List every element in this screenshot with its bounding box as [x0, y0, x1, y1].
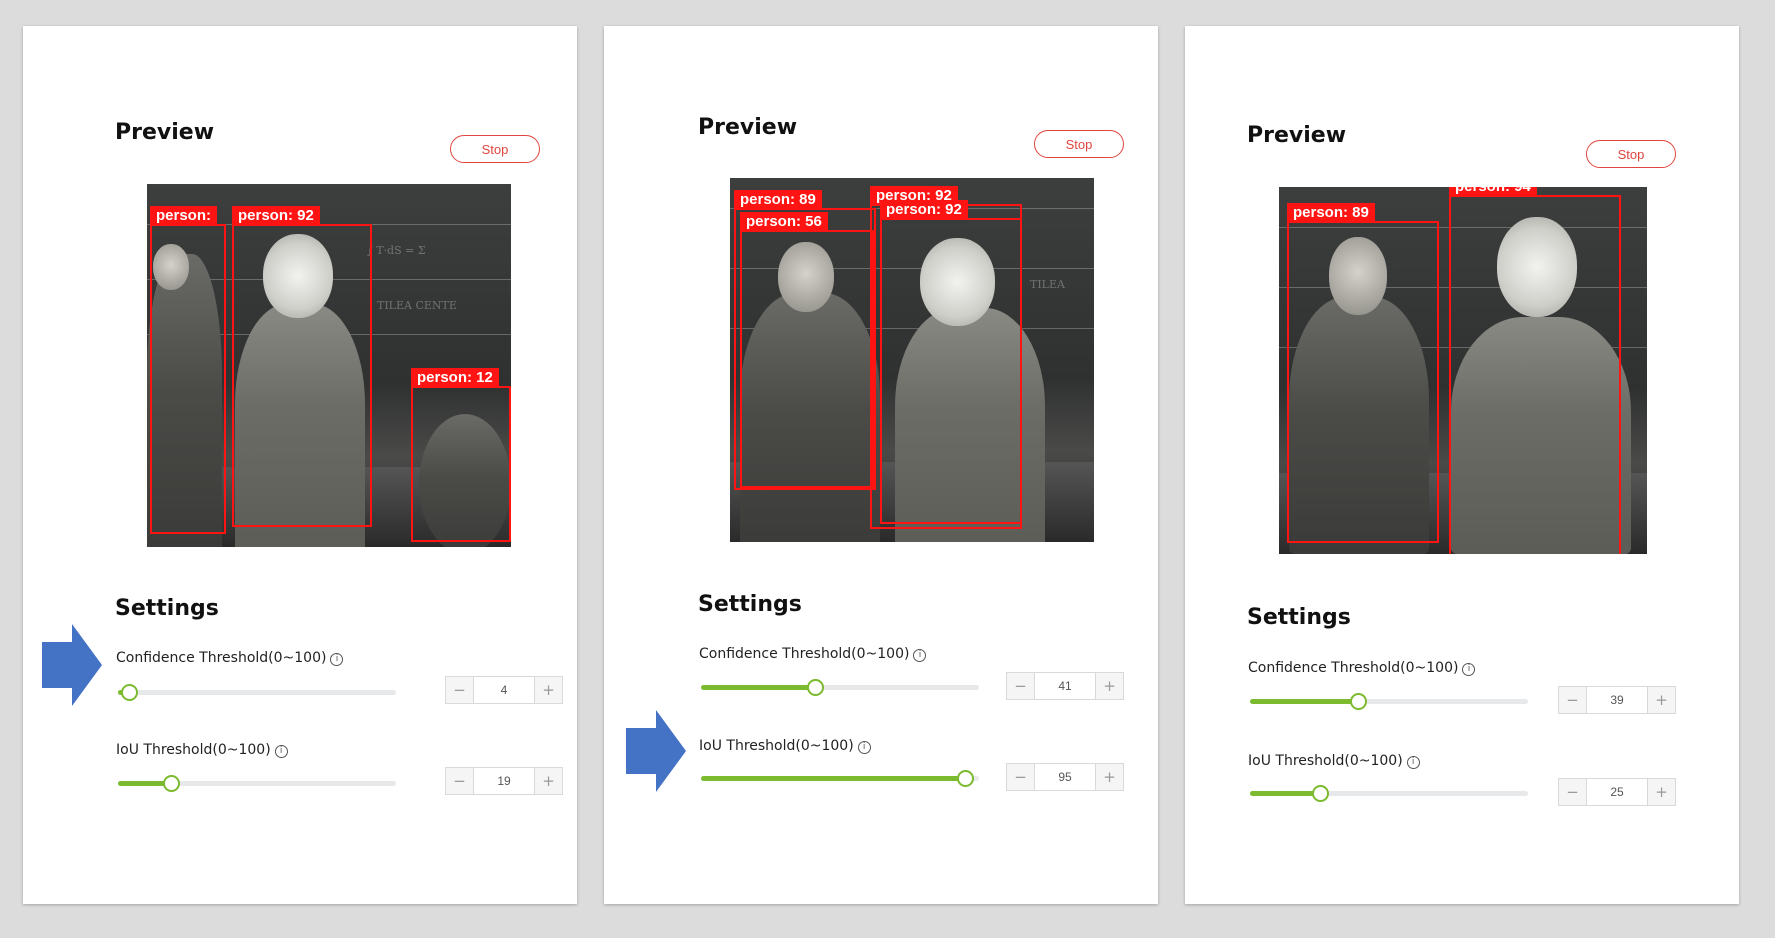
info-icon[interactable]: i — [1406, 756, 1420, 769]
detection-label: person: 89 — [1287, 203, 1375, 223]
detection-box: person: 56 — [740, 212, 874, 488]
confidence-slider[interactable] — [1250, 693, 1528, 710]
preview-image: ∫ T·dS = Σ TILEA CENTE person: person: 9… — [147, 184, 511, 547]
panel-2: Preview Stop TILEA person: 89 person: 56… — [604, 26, 1158, 904]
confidence-input[interactable] — [1035, 673, 1095, 699]
iou-input[interactable] — [1035, 764, 1095, 790]
confidence-slider-thumb[interactable] — [1350, 693, 1368, 710]
plus-icon[interactable]: + — [534, 677, 562, 703]
minus-icon[interactable]: − — [1007, 673, 1035, 699]
iou-stepper[interactable]: − + — [1006, 763, 1124, 791]
detection-label: person: 12 — [411, 368, 499, 388]
detection-box: person: 92 — [232, 206, 372, 527]
minus-icon[interactable]: − — [1559, 687, 1587, 713]
confidence-threshold-label: Confidence Threshold(0~100) i — [699, 646, 927, 662]
iou-stepper[interactable]: − + — [445, 767, 563, 795]
plus-icon[interactable]: + — [1095, 673, 1123, 699]
plus-icon[interactable]: + — [1647, 687, 1675, 713]
detection-box: person: 92 — [880, 200, 1022, 524]
detection-box: person: 12 — [411, 368, 511, 542]
iou-slider[interactable] — [701, 770, 979, 787]
iou-threshold-label: IoU Threshold(0~100) i — [116, 742, 288, 758]
settings-title: Settings — [115, 596, 219, 621]
confidence-slider[interactable] — [701, 679, 979, 696]
confidence-stepper[interactable]: − + — [1558, 686, 1676, 714]
info-icon[interactable]: i — [1462, 663, 1476, 676]
iou-threshold-label: IoU Threshold(0~100) i — [1248, 753, 1420, 769]
plus-icon[interactable]: + — [1095, 764, 1123, 790]
confidence-threshold-label: Confidence Threshold(0~100) i — [1248, 660, 1476, 676]
iou-slider-thumb[interactable] — [957, 770, 975, 787]
preview-image: TILEA person: 89 person: 56 person: 92 p… — [730, 178, 1094, 542]
preview-image: person: 89 person: 94 — [1279, 187, 1647, 554]
preview-title: Preview — [115, 120, 215, 145]
iou-input[interactable] — [474, 768, 534, 794]
settings-title: Settings — [1247, 605, 1351, 630]
info-icon[interactable]: i — [330, 653, 344, 666]
detection-box: person: 89 — [1287, 203, 1439, 543]
stop-button[interactable]: Stop — [1586, 140, 1676, 168]
info-icon[interactable]: i — [274, 745, 288, 758]
minus-icon[interactable]: − — [1007, 764, 1035, 790]
confidence-stepper[interactable]: − + — [1006, 672, 1124, 700]
arrow-right-icon — [42, 624, 102, 706]
iou-slider-fill — [1250, 791, 1320, 796]
preview-title: Preview — [1247, 123, 1347, 148]
detection-label: person: 94 — [1449, 187, 1537, 197]
panel-1: Preview Stop ∫ T·dS = Σ TILEA CENTE pers… — [23, 26, 577, 904]
plus-icon[interactable]: + — [1647, 779, 1675, 805]
stop-button[interactable]: Stop — [450, 135, 540, 163]
iou-input[interactable] — [1587, 779, 1647, 805]
minus-icon[interactable]: − — [1559, 779, 1587, 805]
confidence-slider[interactable] — [118, 684, 396, 701]
iou-threshold-label: IoU Threshold(0~100) i — [699, 738, 871, 754]
detection-label: person: 92 — [232, 206, 320, 226]
confidence-slider-thumb[interactable] — [121, 684, 139, 701]
settings-title: Settings — [698, 592, 802, 617]
confidence-slider-fill — [701, 685, 815, 690]
arrow-right-icon — [626, 710, 686, 792]
plus-icon[interactable]: + — [534, 768, 562, 794]
minus-icon[interactable]: − — [446, 768, 474, 794]
info-icon[interactable]: i — [913, 649, 927, 662]
iou-slider-thumb[interactable] — [162, 775, 180, 792]
confidence-slider-thumb[interactable] — [806, 679, 824, 696]
detection-label: person: 92 — [880, 200, 968, 220]
confidence-stepper[interactable]: − + — [445, 676, 563, 704]
iou-slider-thumb[interactable] — [1311, 785, 1329, 802]
iou-slider[interactable] — [118, 775, 396, 792]
minus-icon[interactable]: − — [446, 677, 474, 703]
detection-box: person: — [150, 206, 226, 534]
detection-box: person: 94 — [1449, 187, 1621, 554]
iou-slider[interactable] — [1250, 785, 1528, 802]
confidence-slider-fill — [1250, 699, 1359, 704]
confidence-threshold-label: Confidence Threshold(0~100) i — [116, 650, 344, 666]
iou-stepper[interactable]: − + — [1558, 778, 1676, 806]
detection-label: person: 56 — [740, 212, 828, 232]
info-icon[interactable]: i — [857, 741, 871, 754]
detection-label: person: — [150, 206, 218, 226]
panel-3: Preview Stop person: 89 person: 94 Setti… — [1185, 26, 1739, 904]
confidence-input[interactable] — [1587, 687, 1647, 713]
detection-label: person: 89 — [734, 190, 822, 210]
iou-slider-fill — [701, 776, 966, 781]
stop-button[interactable]: Stop — [1034, 130, 1124, 158]
confidence-input[interactable] — [474, 677, 534, 703]
preview-title: Preview — [698, 115, 798, 140]
